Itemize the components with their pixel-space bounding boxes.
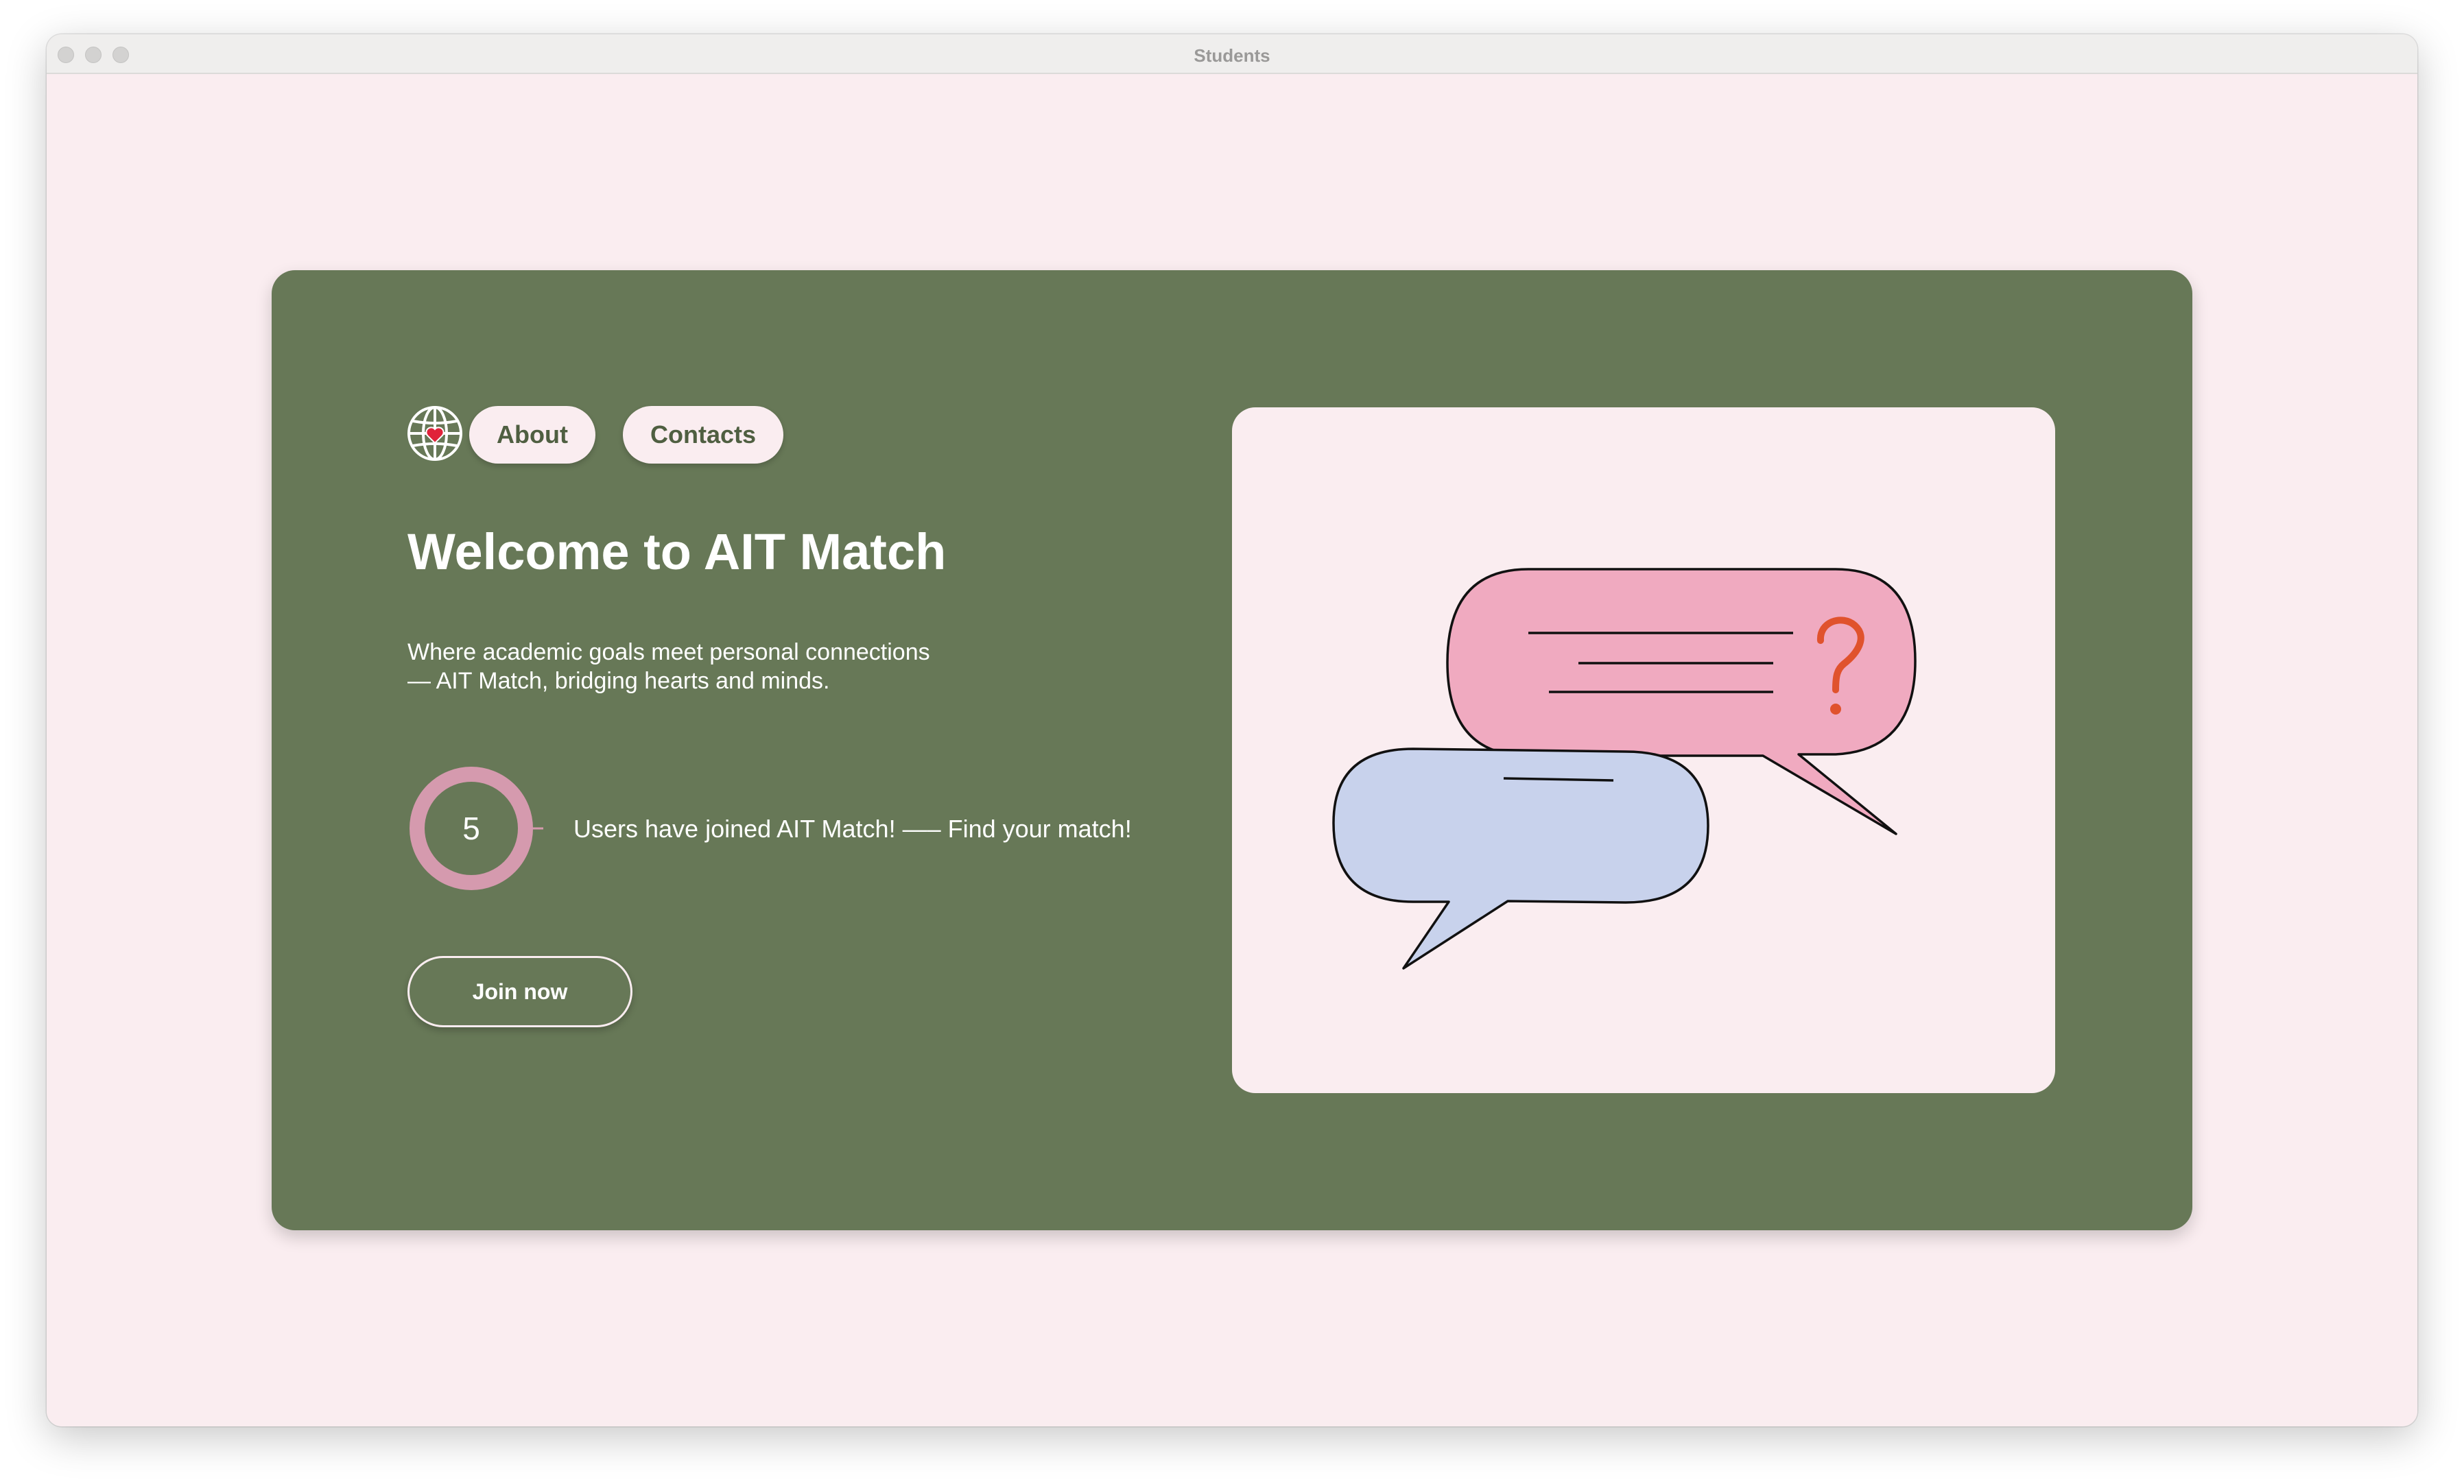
page-title: Welcome to AIT Match: [407, 523, 947, 580]
page-content: About Contacts Welcome to AIT Match Wher…: [47, 74, 2417, 1426]
window-title: Students: [1194, 45, 1270, 66]
tagline: Where academic goals meet personal conne…: [407, 638, 1025, 695]
about-button[interactable]: About: [469, 406, 595, 464]
join-now-button[interactable]: Join now: [407, 956, 632, 1027]
illustration-panel: [1232, 407, 2055, 1093]
user-count-label: Users have joined AIT Match! —– Find you…: [573, 815, 1132, 843]
hero-card: About Contacts Welcome to AIT Match Wher…: [272, 270, 2192, 1230]
speech-bubbles-question-icon: [1332, 568, 1917, 970]
globe-heart-icon[interactable]: [406, 405, 464, 462]
user-count: 5: [462, 811, 480, 846]
title-bar: Students: [47, 34, 2417, 74]
tagline-line-1: Where academic goals meet personal conne…: [407, 639, 930, 665]
app-window: Students About Contacts Welcome to AIT M…: [47, 34, 2417, 1426]
tagline-line-2: — AIT Match, bridging hearts and minds.: [407, 668, 830, 694]
contacts-button[interactable]: Contacts: [623, 406, 783, 464]
